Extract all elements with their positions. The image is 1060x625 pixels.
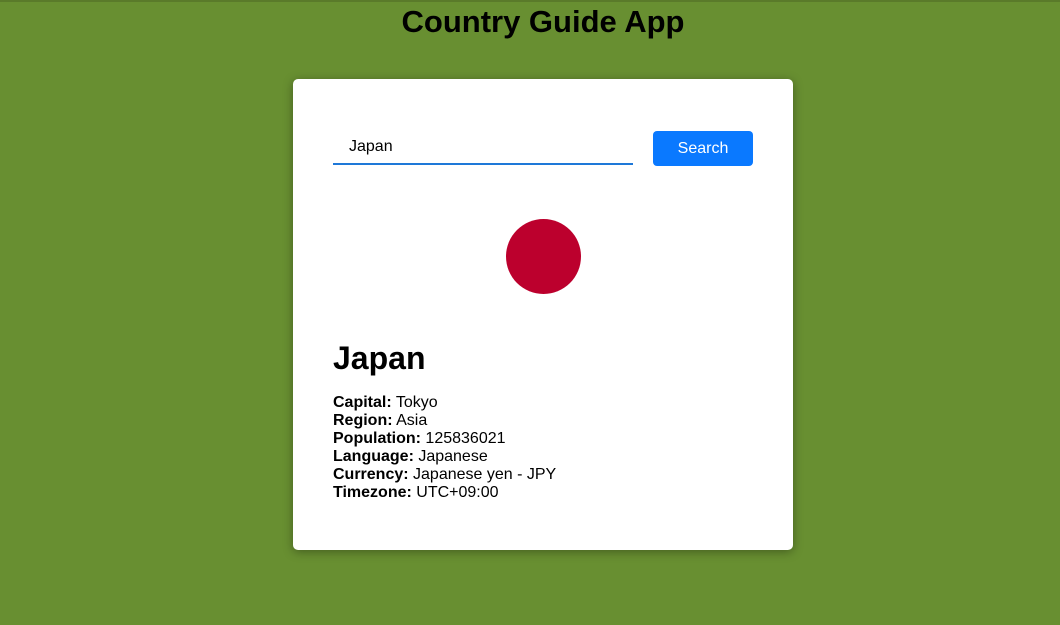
detail-region: Region: Asia [333,412,556,430]
detail-currency: Currency: Japanese yen - JPY [333,466,556,484]
detail-label: Capital: [333,394,392,411]
detail-label: Currency: [333,466,409,483]
detail-capital: Capital: Tokyo [333,394,556,412]
detail-value: Japanese [413,448,488,465]
detail-timezone: Timezone: UTC+09:00 [333,484,556,502]
page-title: Country Guide App [401,4,685,39]
detail-value: Tokyo [391,394,438,411]
country-card: Search Japan Capital: Tokyo Region: Asia… [293,79,793,550]
detail-value: 125836021 [420,430,506,447]
country-flag-image [506,219,581,294]
detail-label: Population: [333,430,421,447]
detail-label: Language: [333,448,414,465]
detail-value: Japanese yen - JPY [408,466,557,483]
detail-label: Region: [333,412,393,429]
search-button[interactable]: Search [653,131,753,166]
detail-population: Population: 125836021 [333,430,556,448]
country-details: Capital: Tokyo Region: Asia Population: … [333,394,556,502]
detail-label: Timezone: [333,484,412,501]
detail-value: Asia [392,412,428,429]
detail-language: Language: Japanese [333,448,556,466]
detail-value: UTC+09:00 [411,484,499,501]
country-name: Japan [333,340,426,376]
search-input[interactable] [333,131,633,165]
